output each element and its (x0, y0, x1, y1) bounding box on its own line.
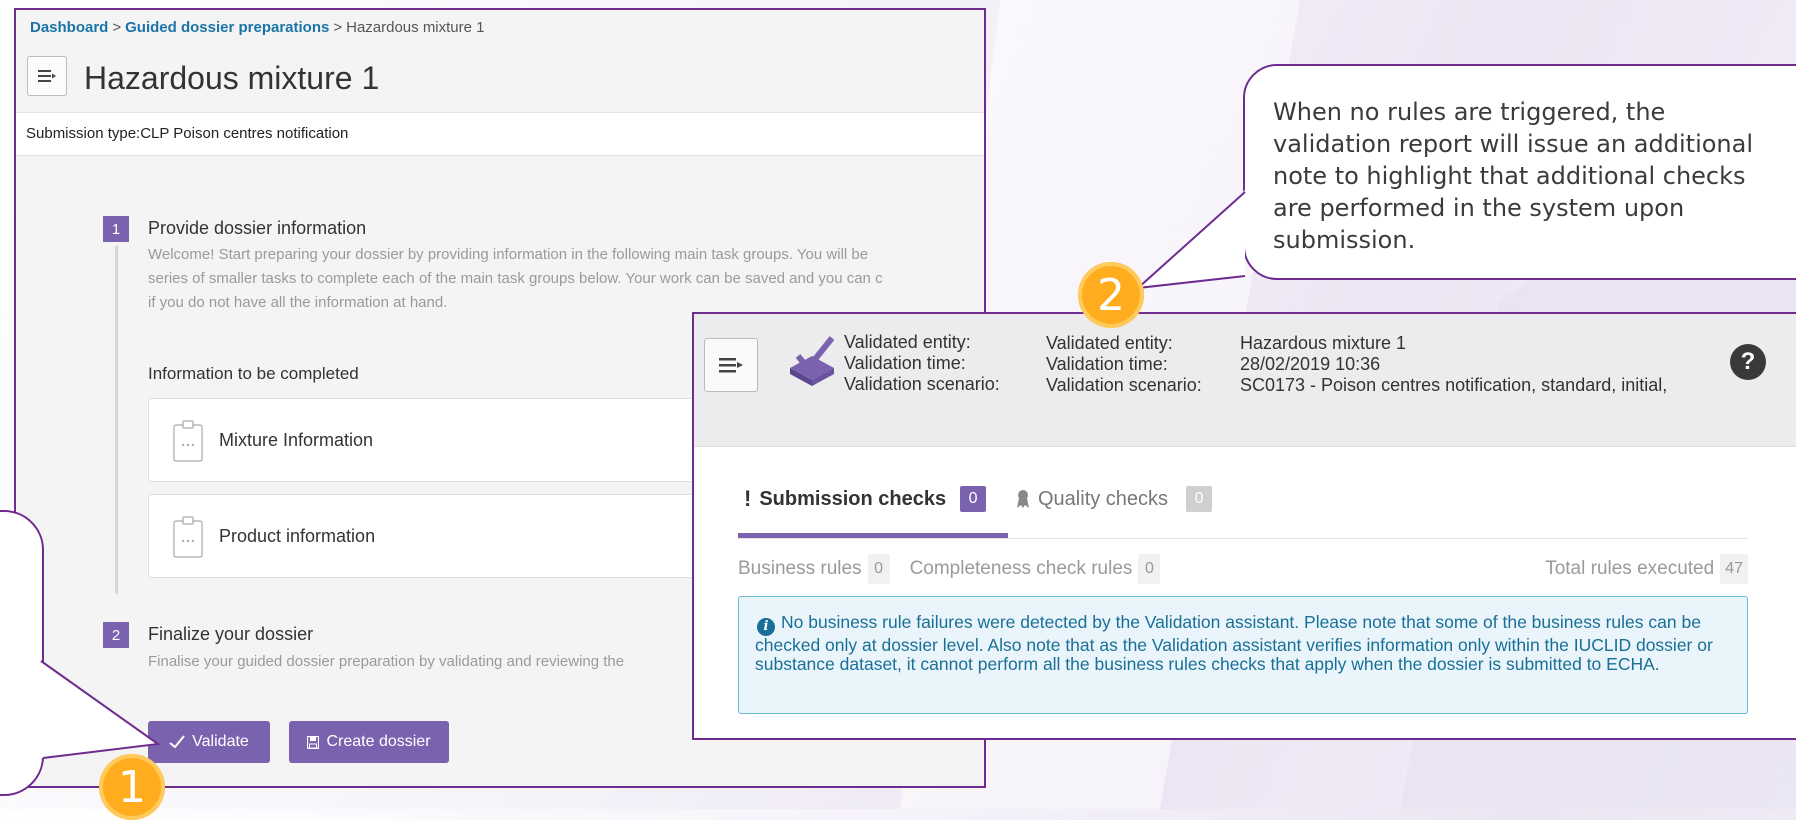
step-1-title: Provide dossier information (148, 218, 367, 238)
breadcrumb: Dashboard > Guided dossier preparations > Ha… (30, 19, 485, 36)
validated-entity-value: Hazardous mixture 1 (1240, 333, 1407, 353)
ribbon-icon (1017, 490, 1029, 508)
task-label: Mixture Information (219, 430, 374, 450)
help-icon[interactable]: ? (1730, 344, 1766, 380)
step-1-description-line: series of smaller tasks to complete each… (148, 270, 883, 287)
validation-scenario-value: SC0173 - Poison centres notification, st… (1240, 375, 1668, 395)
completeness-rules-count: 0 (1138, 554, 1161, 584)
validate-button-label: Validate (192, 733, 249, 750)
validation-logo-icon (790, 336, 835, 386)
validation-menu-button[interactable] (704, 338, 758, 392)
tab-count-badge: 0 (1186, 486, 1213, 512)
step-1-description: Welcome! Start preparing your dossier by… (148, 243, 883, 315)
clipboard-icon (173, 516, 203, 558)
page-title: Hazardous mixture 1 (84, 60, 380, 96)
step-1-description-line: Welcome! Start preparing your dossier by… (148, 246, 869, 263)
step-1-badge: 1 (103, 216, 129, 242)
business-rules-label: Business rules (738, 558, 862, 579)
tab-divider (738, 538, 1748, 539)
breadcrumb-separator: > (333, 19, 343, 36)
submission-type-bar: Submission type:CLP Poison centres notif… (16, 112, 984, 156)
create-dossier-button-label: Create dossier (326, 733, 431, 750)
info-message: i No business rule failures were detected… (738, 596, 1748, 714)
info-message-text: No business rule failures were detected … (755, 612, 1713, 674)
step-rail (115, 246, 118, 594)
breadcrumb-guided-dossier[interactable]: Guided dossier preparations (125, 19, 329, 36)
validation-values: Hazardous mixture 1 28/02/2019 10:36 SC0… (1240, 333, 1667, 396)
tab-label: Submission checks (759, 487, 947, 510)
menu-icon (719, 358, 743, 373)
validation-scenario-label: Validation scenario: (1046, 375, 1202, 395)
step-2-badge: 2 (103, 622, 129, 648)
tab-submission-checks[interactable]: ! Submission checks 0 (744, 486, 987, 512)
total-rules-label: Total rules executed (1545, 558, 1715, 579)
menu-toggle-button[interactable] (27, 56, 67, 96)
completeness-rules-label: Completeness check rules (909, 558, 1133, 579)
exclamation-icon: ! (744, 486, 752, 511)
tab-count-badge: 0 (960, 486, 987, 512)
menu-icon (38, 70, 56, 82)
step-2-title: Finalize your dossier (148, 624, 314, 644)
callout-note: When no rules are triggered, the validat… (1243, 64, 1796, 280)
info-section-label: Information to be completed (148, 364, 359, 383)
hand-check-icon (169, 735, 185, 749)
callout-left-bubble (0, 510, 44, 796)
total-rules-summary: Total rules executed 47 (1545, 554, 1748, 584)
validated-entity-label: Validated entity: (1046, 333, 1173, 353)
validation-scenario-label: Validation scenario: (844, 374, 1000, 394)
save-icon (307, 735, 320, 749)
validate-button[interactable]: Validate (148, 721, 270, 763)
breadcrumb-dashboard[interactable]: Dashboard (30, 19, 108, 36)
tab-label: Quality checks (1038, 487, 1169, 510)
validated-entity-label: Validated entity: (844, 332, 971, 352)
marker-2: 2 (1078, 262, 1144, 328)
validation-time-label: Validation time: (844, 353, 966, 373)
validation-labels-primary: Validated entity: Validation time: Valid… (844, 332, 1000, 395)
clipboard-icon (173, 420, 203, 462)
tab-quality-checks[interactable]: Quality checks 0 (1016, 486, 1213, 512)
create-dossier-button[interactable]: Create dossier (289, 721, 449, 763)
info-icon: i (757, 617, 775, 636)
step-2-description: Finalise your guided dossier preparation… (148, 653, 625, 670)
validation-labels: Validated entity: Validation time: Valid… (1046, 333, 1202, 396)
marker-1: 1 (99, 754, 165, 820)
validation-time-value: 28/02/2019 10:36 (1240, 354, 1381, 374)
task-label: Product information (219, 526, 376, 546)
validation-time-label: Validation time: (1046, 354, 1168, 374)
breadcrumb-separator: > (112, 19, 122, 36)
total-rules-count: 47 (1720, 554, 1748, 584)
breadcrumb-current: Hazardous mixture 1 (346, 19, 485, 36)
business-rules-count: 0 (867, 554, 890, 584)
business-rules-summary: Business rules 0 Completeness check rule… (738, 554, 1161, 584)
validation-report-window: Validated entity: Validation time: Valid… (692, 312, 1796, 740)
